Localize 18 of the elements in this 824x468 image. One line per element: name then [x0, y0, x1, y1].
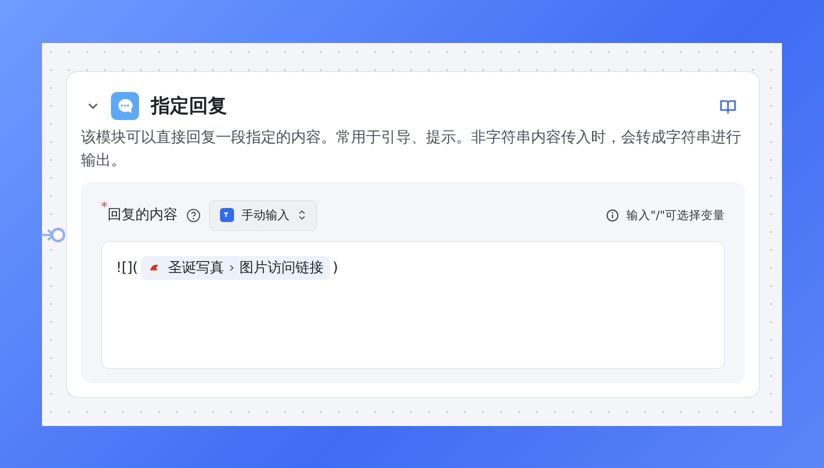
- markdown-suffix: ): [332, 260, 338, 276]
- content-editor[interactable]: ![]( 圣诞写真 › 图片访问链接 ): [101, 240, 725, 368]
- variable-hint: 输入"/"可选择变量: [626, 208, 725, 222]
- text-input-icon: [220, 208, 234, 222]
- sort-caret-icon: [298, 209, 306, 221]
- node-title: 指定回复: [151, 94, 227, 118]
- required-asterisk: *: [101, 200, 108, 214]
- santa-hat-icon: [147, 260, 163, 276]
- info-icon: [606, 208, 619, 222]
- chevron-icon[interactable]: [87, 102, 99, 110]
- variable-tag[interactable]: 圣诞写真 › 图片访问链接: [141, 256, 330, 280]
- book-icon[interactable]: [719, 98, 737, 114]
- markdown-prefix: ![](: [116, 260, 138, 276]
- help-icon[interactable]: [186, 208, 200, 222]
- node-description: 该模块可以直接回复一段指定的内容。常用于引导、提示。非字符串内容传入时，会转成字符串进行输出。: [81, 126, 742, 170]
- input-mode-select[interactable]: 手动输入: [208, 200, 316, 230]
- field-label: 回复的内容: [108, 206, 178, 224]
- chat-bubble-icon: [111, 92, 139, 120]
